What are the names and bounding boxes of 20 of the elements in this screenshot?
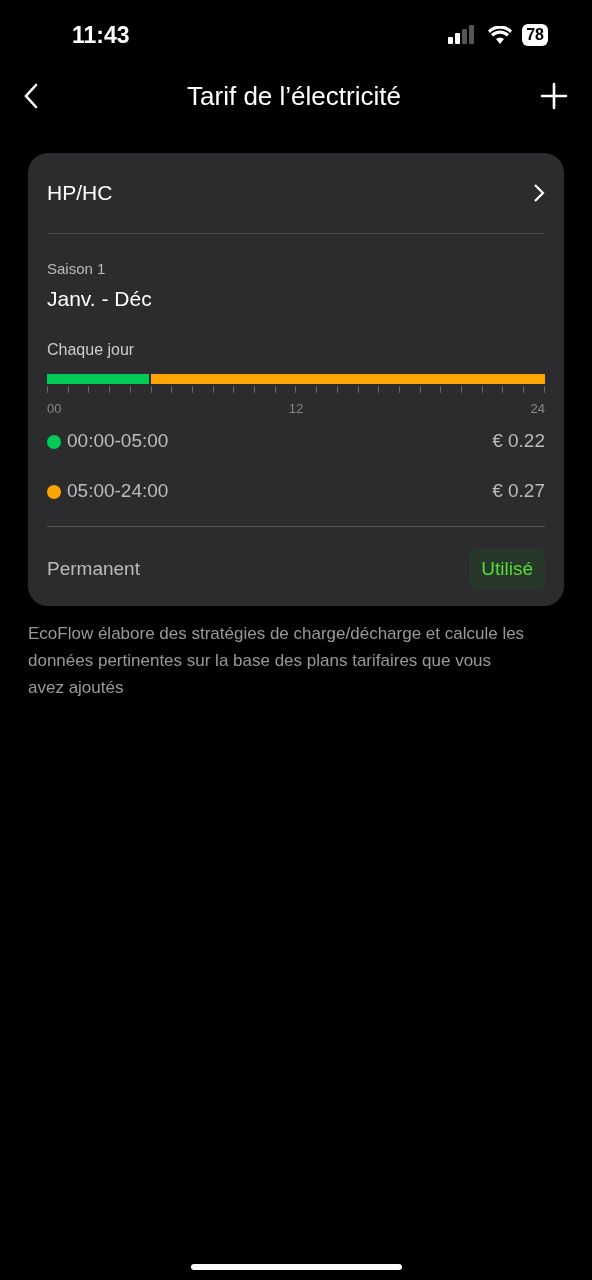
period-price: € 0.27	[492, 479, 545, 504]
axis-label: 24	[530, 400, 545, 418]
page-title: Tarif de l’électricité	[187, 79, 401, 113]
schedule-label: Chaque jour	[47, 340, 136, 360]
add-button[interactable]	[540, 82, 568, 110]
plan-row[interactable]: HP/HC	[47, 153, 545, 234]
battery-indicator: 78	[522, 24, 548, 46]
wifi-icon	[488, 26, 513, 44]
validity-label: Permanent	[47, 556, 140, 581]
axis-label: 12	[288, 400, 304, 418]
period-price: € 0.22	[492, 429, 545, 454]
period-range: 00:00-05:00	[67, 429, 169, 454]
axis-label: 00	[47, 400, 62, 418]
period-range: 05:00-24:00	[67, 479, 169, 504]
status-time: 11:43	[72, 20, 130, 50]
status-badge: Utilisé	[469, 547, 545, 590]
chevron-right-icon	[533, 183, 545, 203]
season-label: Saison 1	[47, 259, 107, 279]
footer-note: EcoFlow élabore des stratégies de charge/décharge et calcule les données pertinentes sur la base des plans tarifaires que vous avez ajoutés	[28, 623, 526, 699]
season-range: Janv. - Déc	[47, 285, 153, 312]
